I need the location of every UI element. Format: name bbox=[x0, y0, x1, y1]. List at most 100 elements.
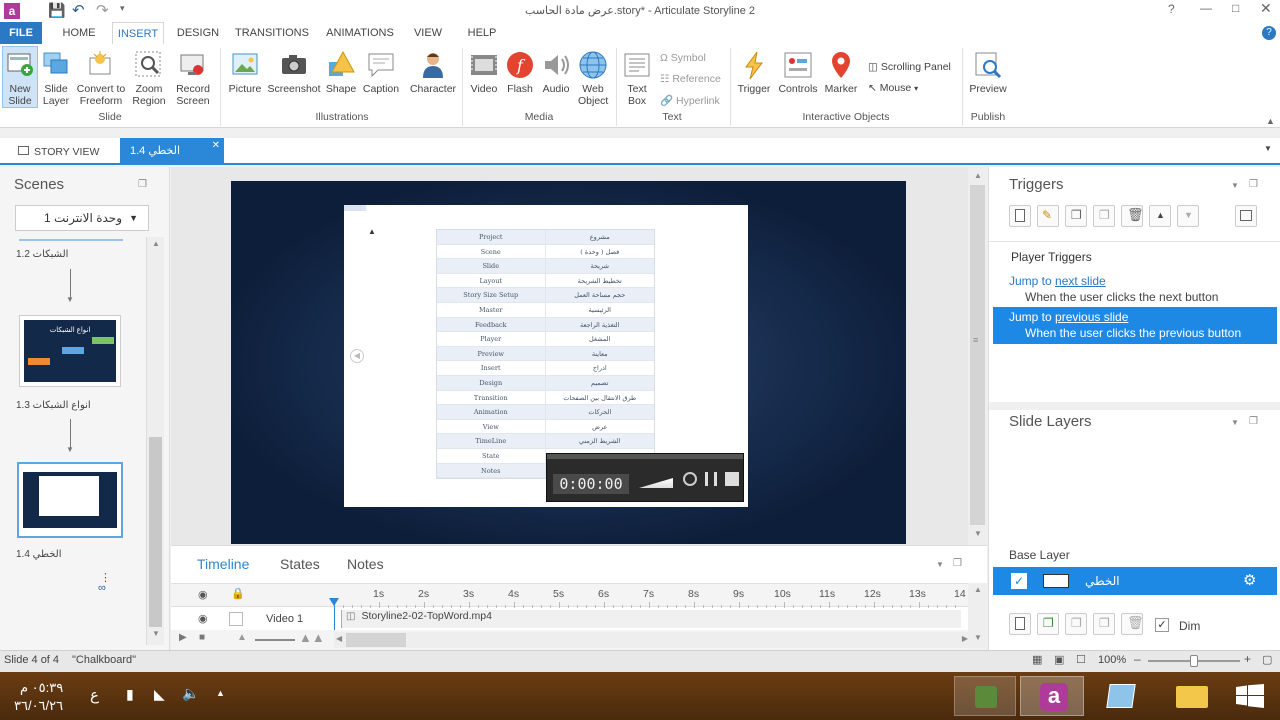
panel-menu-icon[interactable]: ▼ bbox=[1231, 181, 1239, 190]
caption-button[interactable]: Caption bbox=[360, 50, 402, 95]
scroll-down-icon[interactable]: ▼ bbox=[152, 629, 160, 638]
new-slide-button[interactable]: New Slide bbox=[2, 50, 38, 107]
mouse-button[interactable]: ↖ Mouse ▾ bbox=[868, 82, 918, 94]
stage-scrollbar[interactable]: ▲ ≡ ▼ bbox=[968, 167, 987, 545]
delete-record-icon[interactable] bbox=[683, 472, 697, 486]
zoom-out-icon[interactable]: – bbox=[1134, 652, 1141, 666]
panel-menu-icon[interactable]: ▼ bbox=[1231, 418, 1239, 427]
previous-slide-link[interactable]: previous slide bbox=[1055, 310, 1128, 324]
base-layer-row[interactable]: ✓ الخطي ⚙ bbox=[993, 567, 1277, 595]
zoom-in-icon[interactable]: ▲▲ bbox=[299, 630, 325, 645]
close-tab-icon[interactable]: ✕ bbox=[212, 132, 220, 159]
variables-button[interactable] bbox=[1235, 205, 1257, 227]
character-button[interactable]: Character bbox=[406, 50, 460, 95]
delete-trigger-button[interactable]: 🗑 bbox=[1121, 205, 1144, 227]
scroll-thumb[interactable] bbox=[149, 437, 162, 627]
slide-canvas[interactable]: ▲ ◀ Project مشروع Scene فصل ( وحدة ) Slide شر… bbox=[231, 181, 906, 544]
tab-transitions[interactable]: TRANSITIONS bbox=[232, 22, 312, 44]
trigger-item-previous[interactable]: Jump to previous slide When the user cli… bbox=[993, 307, 1277, 344]
video-clip-bar[interactable]: ◫ Storyline2-02-TopWord.mp4 bbox=[341, 610, 961, 628]
next-slide-link[interactable]: next slide bbox=[1055, 274, 1106, 288]
grid-view-icon[interactable]: ▦ bbox=[1032, 653, 1042, 666]
taskbar-app-storyline[interactable]: a bbox=[1020, 676, 1084, 716]
marker-button[interactable]: Marker bbox=[822, 50, 860, 95]
tab-design[interactable]: DESIGN bbox=[170, 22, 226, 44]
states-tab[interactable]: States bbox=[280, 556, 320, 572]
notes-tab[interactable]: Notes bbox=[347, 556, 384, 572]
new-layer-button[interactable] bbox=[1009, 613, 1031, 635]
story-view-tab[interactable]: STORY VIEW bbox=[18, 143, 99, 161]
dim-checkbox[interactable]: ✓ bbox=[1155, 618, 1169, 632]
play-icon[interactable]: ▶ bbox=[179, 632, 187, 643]
scroll-down-icon[interactable]: ▼ bbox=[974, 529, 982, 538]
tab-view[interactable]: VIEW bbox=[406, 22, 450, 44]
panel-restore-icon[interactable]: ❐ bbox=[138, 179, 147, 190]
trigger-item-next[interactable]: Jump to next slide When the user clicks … bbox=[993, 271, 1277, 307]
panel-restore-icon[interactable]: ❐ bbox=[1249, 416, 1258, 427]
zoom-out-icon[interactable]: ▲ bbox=[237, 632, 247, 643]
zoom-thumb[interactable] bbox=[1190, 655, 1198, 667]
text-box-button[interactable]: Text Box bbox=[620, 50, 654, 107]
timeline-tab[interactable]: Timeline bbox=[197, 556, 249, 572]
h-scrollbar[interactable]: ◀ ▶ bbox=[334, 632, 970, 648]
trigger-button[interactable]: Trigger bbox=[734, 50, 774, 95]
tabs-menu-icon[interactable]: ▼ bbox=[1264, 144, 1272, 153]
delete-layer-button[interactable]: 🗑 bbox=[1121, 613, 1144, 635]
panel-restore-icon[interactable]: ❐ bbox=[953, 558, 962, 569]
slide-thumb-1-3[interactable]: انواع الشبكات bbox=[19, 315, 121, 387]
layer-visible-checkbox[interactable]: ✓ bbox=[1011, 573, 1027, 589]
eye-icon[interactable]: ◉ bbox=[198, 612, 208, 625]
taskbar-app-camtasia[interactable] bbox=[954, 676, 1016, 716]
screenshot-button[interactable]: Screenshot bbox=[266, 50, 322, 95]
edit-trigger-button[interactable]: ✎ bbox=[1037, 205, 1059, 227]
picture-button[interactable]: Picture bbox=[226, 50, 264, 95]
scroll-left-icon[interactable]: ◀ bbox=[336, 634, 342, 643]
panel-restore-icon[interactable]: ❐ bbox=[1249, 179, 1258, 190]
symbol-button[interactable]: Ω Symbol bbox=[660, 52, 706, 64]
tab-animations[interactable]: ANIMATIONS bbox=[320, 22, 400, 44]
slide-thumb-1-4[interactable] bbox=[17, 462, 123, 538]
zoom-region-button[interactable]: Zoom Region bbox=[130, 50, 168, 107]
paste-layer-button[interactable]: ❐ bbox=[1093, 613, 1115, 635]
hyperlink-button[interactable]: 🔗 Hyperlink bbox=[660, 94, 720, 107]
close-button[interactable]: ✕ bbox=[1260, 0, 1272, 17]
zoom-slider[interactable] bbox=[255, 639, 295, 641]
scenes-scrollbar[interactable]: ▲ ▼ bbox=[146, 237, 164, 645]
copy-trigger-button[interactable]: ❐ bbox=[1065, 205, 1087, 227]
minimize-button[interactable]: — bbox=[1200, 1, 1212, 15]
taskbar-app-notes[interactable] bbox=[1090, 676, 1154, 716]
scroll-down-icon[interactable]: ▼ bbox=[974, 633, 982, 642]
signal-icon[interactable]: ◣ bbox=[154, 686, 165, 703]
move-down-button[interactable]: ▼ bbox=[1177, 205, 1199, 227]
new-trigger-button[interactable] bbox=[1009, 205, 1031, 227]
slide-view-icon[interactable]: ▣ bbox=[1054, 653, 1064, 666]
tab-home[interactable]: HOME bbox=[52, 22, 106, 44]
shape-button[interactable]: Shape bbox=[324, 50, 358, 95]
scroll-thumb[interactable] bbox=[346, 633, 406, 647]
screenshot-image[interactable]: ▲ ◀ Project مشروع Scene فصل ( وحدة ) Slide شر… bbox=[344, 205, 748, 507]
scroll-up-icon[interactable]: ▲ bbox=[974, 585, 982, 594]
eye-icon[interactable]: ◉ bbox=[198, 588, 208, 601]
web-object-button[interactable]: Web Object bbox=[574, 50, 612, 107]
fit-icon[interactable]: ☐ bbox=[1076, 653, 1086, 666]
convert-freeform-button[interactable]: Convert to Freeform bbox=[74, 50, 128, 107]
fit-window-icon[interactable]: ▢ bbox=[1262, 653, 1272, 666]
controls-button[interactable]: Controls bbox=[776, 50, 820, 95]
scroll-thumb[interactable] bbox=[970, 185, 985, 525]
battery-icon[interactable]: ▮ bbox=[126, 686, 134, 703]
scroll-up-icon[interactable]: ▲ bbox=[974, 171, 982, 180]
slide-layer-button[interactable]: Slide Layer bbox=[40, 50, 72, 107]
help-circle-icon[interactable]: ? bbox=[1262, 26, 1276, 40]
taskbar-app-explorer[interactable] bbox=[1160, 676, 1224, 716]
preview-button[interactable]: Preview bbox=[966, 50, 1010, 95]
timeline-row-video[interactable]: ◉ Video 1 ◫ Storyline2-02-TopWord.mp4 bbox=[171, 600, 987, 630]
pause-icon[interactable] bbox=[705, 472, 717, 486]
tray-expand-icon[interactable]: ▲ bbox=[216, 688, 225, 698]
tab-file[interactable]: FILE bbox=[0, 22, 42, 44]
gear-icon[interactable]: ⚙ bbox=[1243, 571, 1256, 589]
scroll-up-icon[interactable]: ▲ bbox=[152, 239, 160, 248]
stop-square-icon[interactable]: ■ bbox=[199, 632, 205, 643]
audio-button[interactable]: Audio bbox=[538, 50, 574, 95]
help-icon[interactable]: ? bbox=[1168, 2, 1175, 16]
tab-insert[interactable]: INSERT bbox=[112, 22, 164, 44]
